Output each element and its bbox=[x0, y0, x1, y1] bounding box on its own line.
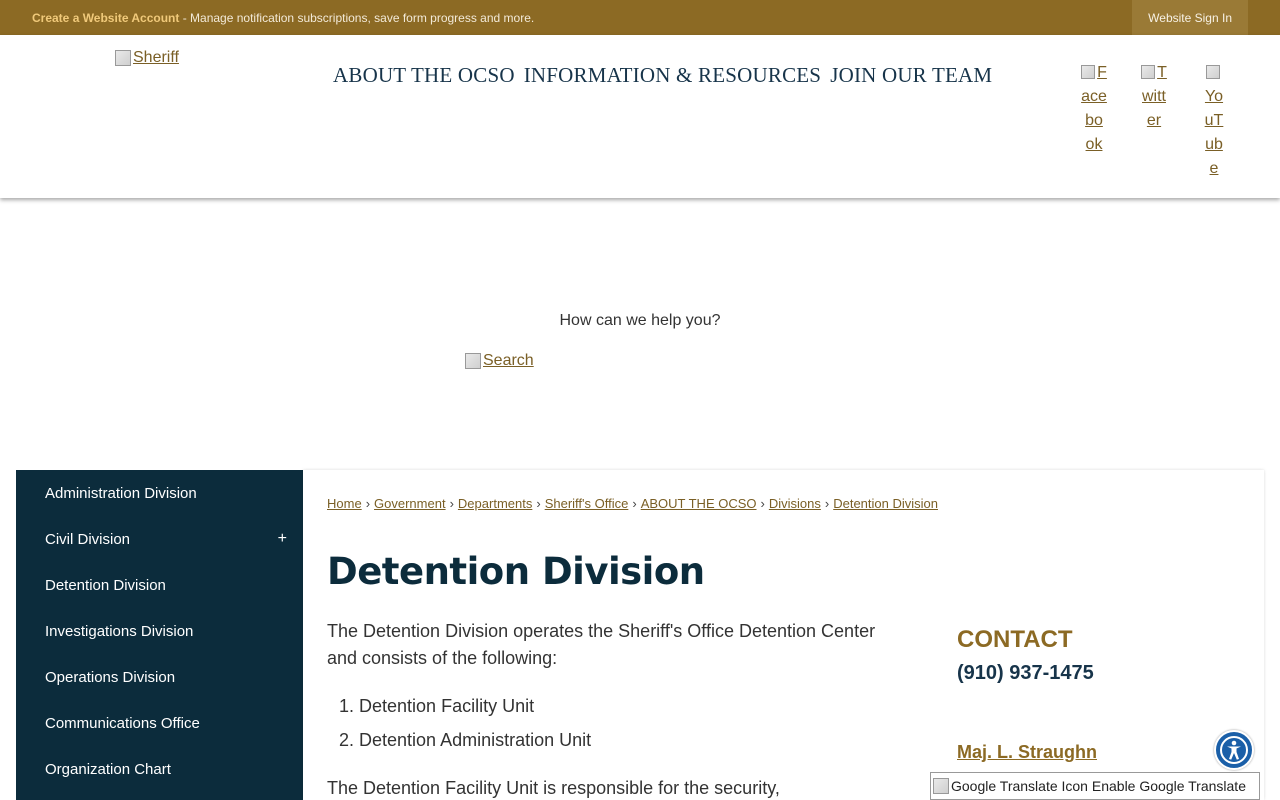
nav-about-ocso[interactable]: ABOUT THE OCSO bbox=[333, 63, 515, 88]
search-button[interactable]: Search bbox=[465, 352, 534, 370]
breadcrumb: Home › Government › Departments › Sheriff's Of… bbox=[327, 496, 938, 511]
breadcrumb-departments[interactable]: Departments bbox=[458, 496, 532, 511]
breadcrumb-separator: › bbox=[824, 496, 830, 511]
google-translate-button[interactable]: Google Translate Icon Enable Google Tran… bbox=[930, 772, 1260, 800]
twitter-link[interactable]: Twitter bbox=[1141, 61, 1167, 133]
nav-join-our-team[interactable]: JOIN OUR TEAM bbox=[830, 63, 992, 88]
site-header: Sheriff ABOUT THE OCSO INFORMATION & RES… bbox=[0, 35, 1280, 198]
sidebar-item-civil[interactable]: Civil Division + bbox=[16, 516, 303, 562]
breadcrumb-sheriffs-office[interactable]: Sheriff's Office bbox=[545, 496, 629, 511]
breadcrumb-separator: › bbox=[632, 496, 637, 511]
unit-list: 1. Detention Facility Unit 2. Detention … bbox=[327, 694, 591, 762]
nav-information-resources[interactable]: INFORMATION & RESOURCES bbox=[524, 63, 821, 88]
facility-paragraph: The Detention Facility Unit is responsib… bbox=[327, 778, 780, 798]
twitter-icon bbox=[1141, 65, 1156, 79]
translate-icon-alt: Google Translate Icon bbox=[951, 778, 1088, 794]
expand-plus-icon[interactable]: + bbox=[278, 530, 287, 548]
contact-heading: CONTACT bbox=[957, 626, 1073, 653]
youtube-icon bbox=[1206, 65, 1220, 79]
search-icon bbox=[465, 353, 481, 369]
sidebar-item-administration[interactable]: Administration Division bbox=[16, 470, 303, 516]
sidebar-item-operations[interactable]: Operations Division bbox=[16, 654, 303, 700]
sidebar-item-detention[interactable]: Detention Division bbox=[16, 562, 303, 608]
accessibility-button[interactable] bbox=[1214, 730, 1254, 770]
breadcrumb-separator: › bbox=[365, 496, 371, 511]
breadcrumb-divisions[interactable]: Divisions bbox=[769, 496, 821, 511]
contact-phone: (910) 937-1475 bbox=[957, 662, 1094, 684]
sidebar-item-communications[interactable]: Communications Office bbox=[16, 700, 303, 746]
intro-paragraph: The Detention Division operates the Sher… bbox=[327, 621, 876, 668]
logo-alt-text: Sheriff bbox=[133, 49, 179, 66]
breadcrumb-home[interactable]: Home bbox=[327, 496, 362, 511]
breadcrumb-detention-division[interactable]: Detention Division bbox=[833, 496, 938, 511]
main-navigation: ABOUT THE OCSO INFORMATION & RESOURCES J… bbox=[333, 63, 992, 88]
contact-person-link[interactable]: Maj. L. Straughn bbox=[957, 742, 1097, 763]
create-account-link[interactable]: Create a Website Account bbox=[32, 11, 179, 25]
top-notification-bar: Create a Website Account - Manage notifi… bbox=[0, 0, 1280, 35]
main-content: Home › Government › Departments › Sheriff's Of… bbox=[303, 470, 1264, 800]
facebook-icon bbox=[1081, 65, 1096, 79]
search-prompt: How can we help you? bbox=[559, 312, 721, 329]
sheriff-logo-link[interactable]: Sheriff bbox=[115, 49, 179, 67]
breadcrumb-separator: › bbox=[449, 496, 454, 511]
accessibility-icon bbox=[1220, 736, 1248, 764]
breadcrumb-about-ocso[interactable]: ABOUT THE OCSO bbox=[641, 496, 757, 511]
sidebar-item-label: Organization Chart bbox=[45, 760, 171, 778]
broken-image-icon bbox=[115, 50, 131, 66]
division-sidebar: Administration Division Civil Division +… bbox=[16, 470, 303, 800]
youtube-alt-text: YouTube bbox=[1204, 88, 1224, 177]
topbar-message-text: - Manage notification subscriptions, sav… bbox=[179, 10, 535, 25]
youtube-link[interactable]: YouTube bbox=[1201, 61, 1227, 181]
sidebar-item-organization-chart[interactable]: Organization Chart bbox=[16, 746, 303, 792]
website-sign-in-button[interactable]: Website Sign In bbox=[1132, 0, 1248, 35]
google-translate-icon bbox=[933, 778, 949, 794]
translate-label: Enable Google Translate bbox=[1091, 778, 1246, 794]
topbar-message: Create a Website Account - Manage notifi… bbox=[32, 11, 534, 25]
search-alt-text: Search bbox=[483, 352, 534, 369]
sidebar-item-label: Civil Division bbox=[45, 530, 131, 548]
breadcrumb-separator: › bbox=[536, 496, 541, 511]
sidebar-item-label: Communications Office bbox=[45, 714, 200, 732]
sidebar-item-label: Investigations Division bbox=[45, 622, 194, 640]
list-item: 2. Detention Administration Unit bbox=[339, 730, 592, 750]
sidebar-item-label: Administration Division bbox=[45, 484, 197, 502]
breadcrumb-separator: › bbox=[760, 496, 765, 511]
sidebar-item-label: Detention Division bbox=[45, 576, 166, 594]
page-title: Detention Division bbox=[327, 550, 705, 593]
sidebar-item-label: Operations Division bbox=[45, 668, 176, 686]
facebook-link[interactable]: Facebook bbox=[1081, 61, 1107, 157]
breadcrumb-government[interactable]: Government bbox=[374, 496, 446, 511]
list-item: 1. Detention Facility Unit bbox=[339, 696, 535, 716]
sidebar-item-investigations[interactable]: Investigations Division bbox=[16, 608, 303, 654]
